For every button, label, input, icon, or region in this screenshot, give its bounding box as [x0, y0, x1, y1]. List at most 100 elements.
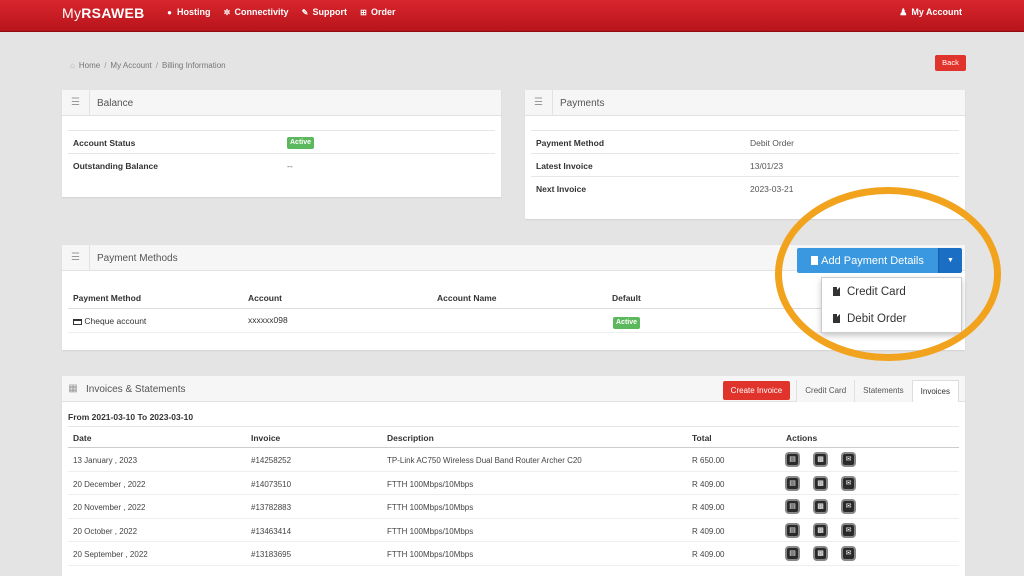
grid-icon: ▦	[68, 383, 78, 394]
nav-order-label: Order	[371, 7, 396, 17]
invoice-number[interactable]: #14073510	[251, 480, 291, 489]
email-icon[interactable]: ✉	[841, 522, 856, 538]
invoices-tabs: Create Invoice Credit Card Statements In…	[722, 376, 959, 402]
print-icon[interactable]: ▩	[813, 499, 828, 514]
table-row: Outstanding Balance --	[68, 153, 495, 176]
credit-card-icon	[73, 318, 82, 325]
tab-statements[interactable]: Statements	[854, 380, 912, 402]
invoice-date: 20 December , 2022	[73, 479, 146, 489]
column-header: Payment Method	[73, 293, 142, 303]
network-icon: ✲	[223, 7, 231, 17]
email-icon[interactable]: ✉	[841, 546, 856, 561]
table-row: 20 October , 2022 #13463414 FTTH 100Mbps…	[68, 519, 959, 542]
print-icon[interactable]: ▩	[813, 452, 828, 467]
back-button[interactable]: Back	[935, 55, 966, 71]
tab-credit-card[interactable]: Credit Card	[796, 380, 855, 402]
tab-invoices[interactable]: Invoices	[911, 380, 959, 402]
payment-methods-title: Payment Methods	[97, 253, 178, 264]
payment-method-label: Payment Method	[536, 138, 605, 148]
invoice-description: FTTH 100Mbps/10Mbps	[387, 550, 474, 559]
invoice-date: 20 October , 2022	[73, 526, 138, 536]
table-row: 20 September , 2022 #13183695 FTTH 100Mb…	[68, 542, 959, 566]
main-nav: ● Hosting ✲ Connectivity ✎ Support ⊞ Ord…	[165, 7, 396, 17]
email-icon[interactable]: ✉	[841, 499, 856, 514]
add-payment-details-main[interactable]: Add Payment Details	[797, 248, 938, 273]
cart-icon: ⊞	[360, 7, 367, 17]
create-invoice-button[interactable]: Create Invoice	[722, 381, 791, 400]
column-header: Account Name	[437, 293, 497, 303]
file-icon	[811, 256, 819, 265]
invoice-number[interactable]: #13463414	[251, 527, 291, 536]
print-icon[interactable]: ▩	[813, 522, 828, 538]
add-payment-details-button: Add Payment Details ▼	[797, 248, 962, 273]
logo[interactable]: MyRSAWEB	[62, 5, 145, 21]
column-header: Description	[387, 433, 434, 443]
table-row: Account Status Active	[68, 130, 495, 153]
menu-item-credit-card[interactable]: Credit Card	[822, 278, 961, 305]
nav-connectivity[interactable]: ✲ Connectivity	[223, 7, 289, 17]
payments-panel-header: ☰ Payments	[525, 90, 965, 116]
payments-table: Payment Method Debit Order Latest Invoic…	[531, 130, 959, 199]
logo-my: My	[62, 5, 82, 21]
breadcrumb-separator: /	[155, 61, 159, 70]
table-row: 13 January , 2023 #14258252 TP-Link AC75…	[68, 448, 959, 472]
menu-item-label: Debit Order	[847, 312, 907, 325]
logo-brand: RSAWEB	[81, 5, 145, 21]
latest-invoice-label: Latest Invoice	[536, 161, 593, 171]
column-header: Invoice	[251, 433, 281, 443]
nav-hosting[interactable]: ● Hosting	[165, 7, 211, 17]
outstanding-balance-value: --	[287, 161, 293, 171]
invoice-total: R 650.00	[692, 456, 725, 465]
email-icon[interactable]: ✉	[841, 475, 856, 491]
home-icon: ⌂	[70, 61, 75, 70]
balance-table: Account Status Active Outstanding Balanc…	[68, 130, 495, 176]
breadcrumb-my-account[interactable]: My Account	[110, 61, 151, 70]
breadcrumb-home[interactable]: Home	[79, 61, 100, 70]
breadcrumb-billing: Billing Information	[162, 61, 226, 70]
list-icon: ☰	[62, 245, 90, 271]
invoice-date: 13 January , 2023	[73, 456, 138, 465]
invoice-total: R 409.00	[692, 550, 725, 559]
invoice-total: R 409.00	[692, 503, 725, 512]
file-icon	[833, 287, 840, 296]
breadcrumb: ⌂ Home / My Account / Billing Informatio…	[70, 61, 226, 70]
table-row: Next Invoice 2023-03-21	[531, 176, 959, 199]
user-icon: ♟	[899, 7, 908, 17]
nav-support-label: Support	[312, 7, 348, 17]
pdf-icon[interactable]: ▤	[785, 452, 800, 467]
print-icon[interactable]: ▩	[813, 546, 828, 561]
caret-down-icon[interactable]: ▼	[938, 248, 962, 273]
file-icon	[833, 314, 840, 323]
outstanding-balance-label: Outstanding Balance	[73, 161, 159, 171]
invoice-number[interactable]: #14258252	[251, 456, 291, 465]
nav-support[interactable]: ✎ Support	[301, 7, 348, 17]
next-invoice-label: Next Invoice	[536, 184, 587, 194]
invoice-total: R 409.00	[692, 526, 725, 536]
invoices-table-header: Date Invoice Description Total Actions	[68, 426, 959, 448]
top-navbar: MyRSAWEB ● Hosting ✲ Connectivity ✎ Supp…	[0, 0, 1024, 32]
pdf-icon[interactable]: ▤	[785, 546, 800, 561]
pdf-icon[interactable]: ▤	[785, 522, 800, 538]
balance-panel-header: ☰ Balance	[62, 90, 501, 116]
my-account-menu[interactable]: ♟ My Account	[899, 7, 962, 18]
pdf-icon[interactable]: ▤	[785, 499, 800, 514]
invoice-number[interactable]: #13183695	[251, 550, 291, 559]
globe-icon: ●	[167, 7, 172, 17]
invoice-total: R 409.00	[692, 479, 725, 489]
default-badge: Active	[613, 317, 641, 329]
table-row: 20 December , 2022 #14073510 FTTH 100Mbp…	[68, 472, 959, 495]
print-icon[interactable]: ▩	[813, 475, 828, 491]
payments-title: Payments	[560, 98, 605, 109]
invoices-title: Invoices & Statements	[86, 384, 186, 395]
balance-panel: ☰ Balance Account Status Active Outstand…	[62, 90, 501, 197]
menu-item-debit-order[interactable]: Debit Order	[822, 305, 961, 332]
nav-order[interactable]: ⊞ Order	[359, 7, 396, 17]
pdf-icon[interactable]: ▤	[785, 475, 800, 491]
payments-panel: ☰ Payments Payment Method Debit Order La…	[525, 90, 965, 219]
invoice-number[interactable]: #13782883	[251, 503, 291, 512]
email-icon[interactable]: ✉	[841, 452, 856, 467]
add-payment-dropdown-menu: Credit Card Debit Order	[821, 277, 962, 333]
table-row: Payment Method Debit Order	[531, 130, 959, 153]
invoice-description: FTTH 100Mbps/10Mbps	[387, 479, 474, 489]
nav-hosting-label: Hosting	[177, 7, 211, 17]
